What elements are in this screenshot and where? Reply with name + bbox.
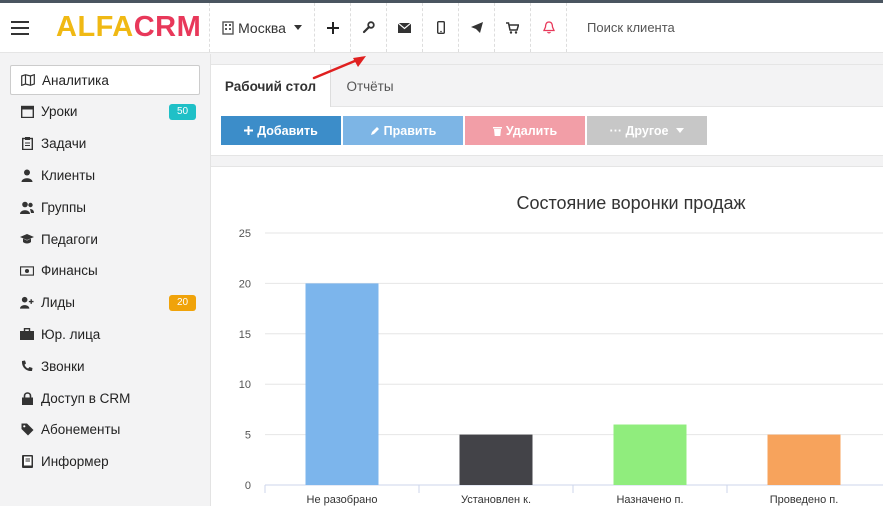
x-tick-label: Не разобрано — [307, 494, 378, 506]
add-label: Добавить — [257, 123, 318, 138]
x-tick-label: Проведено п. — [770, 494, 839, 506]
sidebar-item-label: Педагоги — [41, 231, 98, 247]
clipboard-icon — [20, 137, 34, 151]
lock-icon — [20, 391, 34, 405]
envelope-icon — [398, 22, 411, 33]
logo[interactable]: ALFA CRM — [40, 3, 210, 52]
bell-icon — [542, 21, 555, 34]
chart-panel: Состояние воронки продаж 0 5 10 15 20 25 Не ра… — [211, 166, 883, 506]
sidebar-item[interactable]: Абонементы — [10, 415, 200, 445]
main-content: Рабочий стол Отчёты Добавить Править Уда… — [211, 54, 883, 506]
sidebar-item-label: Задачи — [41, 136, 87, 152]
sidebar-item[interactable]: Группы — [10, 192, 200, 222]
sidebar-item-label: Звонки — [41, 358, 85, 374]
client-search-label: Поиск клиента — [587, 20, 675, 35]
sidebar-item-label: Информер — [41, 454, 109, 470]
telegram-button[interactable] — [459, 3, 495, 52]
sidebar-item[interactable]: Педагоги — [10, 224, 200, 254]
city-label: Москва — [238, 19, 286, 36]
sidebar-item-label: Аналитика — [42, 72, 109, 88]
cart-button[interactable] — [495, 3, 531, 52]
bar[interactable] — [305, 283, 379, 485]
sidebar-item[interactable]: Задачи — [10, 129, 200, 159]
user-icon — [20, 168, 34, 182]
sidebar-item-label: Группы — [41, 199, 86, 215]
plus-icon — [326, 21, 339, 34]
other-label: ··· Другое — [609, 123, 669, 138]
menu-icon[interactable] — [0, 3, 40, 52]
sidebar-item-label: Лиды — [41, 295, 75, 311]
cart-icon — [506, 21, 519, 34]
trash-icon — [492, 126, 502, 136]
sidebar-item[interactable]: Звонки — [10, 351, 200, 381]
pencil-icon — [370, 126, 379, 135]
client-search[interactable]: Поиск клиента — [567, 3, 883, 52]
graduation-cap-icon — [20, 232, 34, 246]
user-plus-icon — [20, 296, 34, 310]
sidebar-item-label: Клиенты — [41, 167, 96, 183]
mail-button[interactable] — [387, 3, 423, 52]
calendar-icon — [20, 105, 34, 119]
logo-crm: CRM — [133, 11, 202, 43]
map-icon — [21, 73, 35, 87]
add-item-button[interactable]: Добавить — [221, 116, 341, 145]
sidebar-item[interactable]: Клиенты — [10, 160, 200, 190]
settings-button[interactable] — [351, 3, 387, 52]
y-tick-label: 0 — [245, 480, 251, 492]
other-dropdown-button[interactable]: ··· Другое — [587, 116, 707, 145]
sales-funnel-chart: 0 5 10 15 20 25 Не разобрано Установлен к. Назна… — [239, 228, 883, 506]
x-tick-label: Установлен к. — [461, 494, 531, 506]
plus-icon — [244, 126, 254, 135]
sidebar-item[interactable]: Юр. лица — [10, 319, 200, 349]
sidebar-item-label: Юр. лица — [41, 326, 101, 342]
sidebar-item[interactable]: Уроки 50 — [10, 97, 200, 127]
sidebar-item-label: Финансы — [41, 263, 98, 279]
sidebar-item[interactable]: Лиды 20 — [10, 288, 200, 318]
bar[interactable] — [613, 424, 687, 485]
count-badge: 20 — [169, 294, 196, 311]
delete-button[interactable]: Удалить — [465, 116, 585, 145]
y-tick-label: 25 — [239, 228, 251, 240]
edit-label: Править — [383, 123, 437, 138]
chevron-down-icon — [676, 128, 685, 133]
chevron-down-icon — [293, 25, 302, 30]
city-selector[interactable]: Москва — [210, 3, 315, 52]
paper-plane-icon — [470, 22, 483, 33]
book-icon — [20, 455, 34, 469]
sidebar-item[interactable]: Финансы — [10, 256, 200, 286]
sidebar-item-label: Уроки — [41, 104, 78, 120]
briefcase-icon — [20, 327, 34, 341]
sidebar: Аналитика Уроки 50 Задачи Клиенты Группы Педаг… — [0, 54, 211, 506]
y-tick-label: 20 — [239, 278, 251, 290]
sidebar-item-label: Доступ в CRM — [41, 390, 131, 406]
delete-label: Удалить — [505, 123, 558, 138]
bar[interactable] — [767, 434, 841, 485]
red-arrow-annotation — [312, 56, 366, 80]
sidebar-item[interactable]: Информер — [10, 447, 200, 477]
notifications-button[interactable] — [531, 3, 567, 52]
bar[interactable] — [459, 434, 533, 485]
y-tick-label: 5 — [245, 430, 251, 442]
sidebar-item[interactable]: Аналитика — [10, 65, 200, 95]
logo-alfa: ALFA — [56, 11, 134, 43]
top-navbar: ALFA CRM Москва Поиск клиента — [0, 3, 883, 53]
mobile-icon — [436, 21, 445, 34]
tag-icon — [20, 423, 34, 437]
add-button[interactable] — [315, 3, 351, 52]
phone-icon — [20, 359, 34, 373]
tabs-background — [331, 65, 883, 107]
wrench-icon — [362, 21, 375, 34]
users-icon — [20, 200, 34, 214]
money-icon — [20, 264, 34, 278]
y-tick-label: 15 — [239, 329, 251, 341]
building-icon — [222, 20, 234, 35]
sidebar-item-label: Абонементы — [41, 422, 121, 438]
x-tick-label: Назначено п. — [616, 494, 683, 506]
count-badge: 50 — [169, 103, 196, 120]
sidebar-item[interactable]: Доступ в CRM — [10, 383, 200, 413]
edit-button[interactable]: Править — [343, 116, 463, 145]
mobile-button[interactable] — [423, 3, 459, 52]
y-tick-label: 10 — [239, 379, 251, 391]
